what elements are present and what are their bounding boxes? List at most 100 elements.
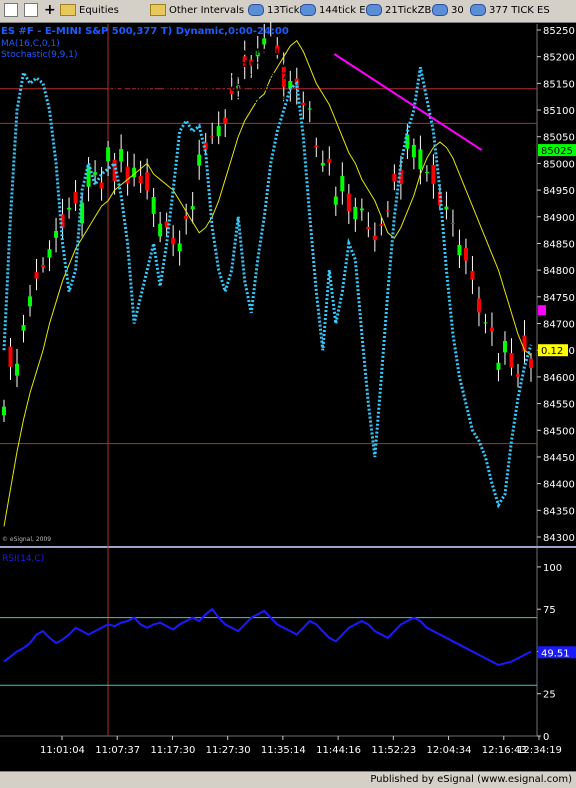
annotation-text: setting up. It confirmed on this 377 — [108, 72, 288, 82]
candle-body — [457, 244, 462, 256]
candle-body — [509, 353, 514, 368]
candle-body — [171, 238, 176, 245]
stochastic-study-label: Stochastic(9,9,1) — [1, 50, 78, 60]
toolbar-label: 21TickZB — [385, 4, 432, 16]
candle-body — [138, 175, 143, 184]
candle-body — [450, 223, 455, 225]
candle-body — [314, 145, 319, 148]
toolbar-label: 30 — [451, 4, 464, 16]
candle-body — [496, 362, 501, 370]
rsi-value-label: 49.51 — [541, 648, 570, 659]
candle-body — [47, 249, 52, 258]
price-tick-label: 84800 — [543, 266, 575, 277]
rsi-study-label: RSI(14,C) — [2, 554, 44, 564]
candle-body — [320, 162, 325, 166]
annotation-text: tick chart, with a MACD div. and — [108, 84, 271, 94]
price-tick-label: 84750 — [543, 293, 575, 304]
price-tick-label: 84900 — [543, 213, 575, 224]
price-tick-label: 85100 — [543, 106, 575, 117]
candle-body — [307, 108, 312, 110]
toolbar-button-1[interactable] — [24, 2, 38, 18]
candle-body — [184, 216, 189, 219]
published-by-text: Published by eSignal (www.esignal.com) — [370, 774, 572, 785]
price-tick-label: 84450 — [543, 453, 575, 464]
candle-body — [392, 173, 397, 182]
x-tick-label: 11:27:30 — [206, 745, 251, 756]
link-icon — [470, 4, 486, 16]
toolbar-button-9[interactable]: 377 TICK ES — [470, 2, 550, 18]
link-icon — [432, 4, 448, 16]
candle-body — [41, 264, 46, 267]
price-tick-label: 85200 — [543, 53, 575, 64]
toolbar-label: Other Intervals — [169, 4, 245, 16]
candle-body — [99, 182, 104, 189]
toolbar-button-4[interactable]: Other Intervals — [150, 2, 244, 18]
price-tick-label: 85050 — [543, 133, 575, 144]
candle-body — [73, 192, 78, 204]
toolbar-button-0[interactable] — [4, 2, 18, 18]
toolbar-label: Equities — [79, 4, 119, 16]
toolbar-button-6[interactable]: 144tick ES — [300, 2, 372, 18]
candle-body — [15, 363, 20, 376]
candle-body — [502, 340, 507, 353]
candle-body — [223, 117, 228, 124]
candle-body — [424, 171, 429, 173]
toolbar-button-8[interactable]: 30 — [432, 2, 464, 18]
candle-body — [262, 38, 267, 45]
price-tick-label: 85250 — [543, 26, 575, 37]
link-icon — [300, 4, 316, 16]
link-icon — [248, 4, 264, 16]
x-tick-label: 11:01:04 — [40, 745, 85, 756]
price-tick-label: 84350 — [543, 506, 575, 517]
x-tick-label: 12:04:34 — [427, 745, 472, 756]
candle-body — [54, 231, 59, 238]
price-tick-label: 85150 — [543, 79, 575, 90]
candle-body — [489, 327, 494, 332]
candle-body — [470, 270, 475, 280]
candle-body — [483, 322, 488, 324]
x-tick-label: 11:07:37 — [95, 745, 140, 756]
copyright-label: © eSignal, 2009 — [2, 536, 51, 543]
candle-body — [379, 224, 384, 226]
rsi-tick-label: 25 — [543, 690, 556, 701]
annotation-text: points. — [108, 108, 143, 118]
candle-body — [366, 226, 371, 230]
candle-body — [67, 207, 72, 210]
candle-body — [411, 144, 416, 158]
candle-body — [431, 164, 436, 184]
toolbar-label: 144tick ES — [319, 4, 372, 16]
price-tick-label: 84300 — [543, 533, 575, 544]
candle-body — [476, 298, 481, 313]
price-tick-label: 84500 — [543, 426, 575, 437]
rsi-tick-label: 100 — [543, 563, 562, 574]
candle-body — [333, 196, 338, 205]
symbol-header: ES #F - E-MINI S&P 500,377 T) Dynamic,0:… — [1, 26, 289, 37]
candle-body — [216, 126, 221, 137]
toolbar-button-2[interactable]: + — [44, 2, 56, 18]
candle-body — [444, 206, 449, 210]
crosshair-icon: + — [44, 2, 56, 18]
x-tick-label: 11:52:23 — [371, 745, 416, 756]
ma-line — [3, 39, 532, 527]
toolbar-label: 377 TICK ES — [489, 4, 550, 16]
status-bar: Published by eSignal (www.esignal.com) — [0, 771, 576, 788]
price-tick-label: 84400 — [543, 480, 575, 491]
toolbar-button-3[interactable]: Equities — [60, 2, 119, 18]
price-tick-label: 85000 — [543, 159, 575, 170]
magenta-marker-tag — [538, 305, 546, 316]
price-tick-label: 84850 — [543, 239, 575, 250]
candle-body — [151, 197, 156, 214]
candle-body — [158, 223, 163, 237]
toolbar-button-7[interactable]: 21TickZB — [366, 2, 431, 18]
candle-body — [177, 243, 182, 252]
candle-body — [353, 206, 358, 220]
price-tick-label: 84950 — [543, 186, 575, 197]
candle-body — [522, 335, 527, 352]
candle-body — [106, 147, 111, 162]
rsi-tick-label: 75 — [543, 605, 556, 616]
candle-body — [372, 235, 377, 241]
candle-body — [340, 176, 345, 192]
candle-body — [145, 172, 150, 191]
price-tick-label: 84700 — [543, 320, 575, 331]
candle-body — [197, 154, 202, 166]
